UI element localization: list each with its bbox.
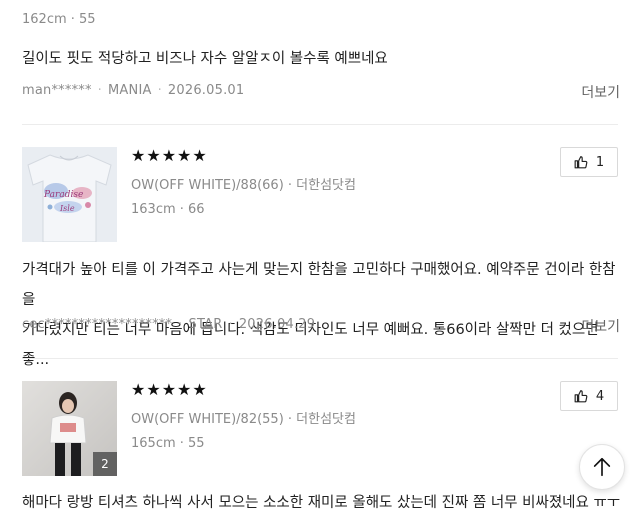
like-button[interactable]: 1 bbox=[560, 147, 618, 177]
photo-count-badge: 2 bbox=[93, 452, 117, 476]
review-body-size: 163cm · 66 bbox=[131, 202, 205, 217]
review-meta: man****** · MANIA · 2026.05.01 bbox=[22, 83, 245, 98]
review-grade: MANIA bbox=[108, 83, 152, 98]
review-option: OW(OFF WHITE)/88(66) · 더한섬닷컴 bbox=[131, 178, 356, 193]
like-count: 1 bbox=[595, 154, 605, 170]
review-user: man****** bbox=[22, 83, 92, 98]
more-button[interactable]: 더보기 bbox=[581, 82, 620, 102]
review-text-line: 해마다 랑방 티셔츠 하나씩 사서 모으는 소소한 재미로 올해도 샀는데 진짜… bbox=[22, 495, 620, 511]
review-option: OW(OFF WHITE)/82(55) · 더한섬닷컴 bbox=[131, 412, 356, 427]
divider bbox=[22, 124, 618, 125]
review-body-size: 162cm · 55 bbox=[22, 12, 96, 27]
like-count: 4 bbox=[595, 388, 605, 404]
review-date: 2026.05.01 bbox=[167, 83, 245, 98]
review-body-size: 165cm · 55 bbox=[131, 436, 205, 451]
more-button[interactable]: 더보기 bbox=[581, 316, 620, 336]
arrow-up-icon bbox=[593, 457, 611, 477]
thumbs-up-icon bbox=[574, 156, 588, 169]
review-text: 해마다 랑방 티셔츠 하나씩 사서 모으는 소소한 재미로 올해도 샀는데 진짜… bbox=[22, 488, 620, 518]
rating-stars: ★★★★★ bbox=[131, 380, 208, 399]
review-text: 길이도 핏도 적당하고 비즈나 자수 알알ㅈ이 볼수록 예쁘네요 bbox=[22, 51, 388, 67]
review-text-line: 가격대가 높아 티를 이 가격주고 사는게 맞는지 한참을 고민하다 구매했어요… bbox=[22, 262, 616, 308]
review-date: 2026.04.29 bbox=[238, 317, 316, 332]
like-button[interactable]: 4 bbox=[560, 381, 618, 411]
rating-stars: ★★★★★ bbox=[131, 146, 208, 165]
thumbs-up-icon bbox=[574, 390, 588, 403]
divider bbox=[22, 358, 618, 359]
review-grade: STAR bbox=[188, 317, 223, 332]
review-text: 가격대가 높아 티를 이 가격주고 사는게 맞는지 한참을 고민하다 구매했어요… bbox=[22, 255, 620, 375]
svg-text:Paradise: Paradise bbox=[43, 190, 83, 200]
review-photo[interactable]: 2 bbox=[22, 381, 117, 476]
svg-text:Isle: Isle bbox=[59, 204, 75, 213]
review-user: cec******************* bbox=[22, 317, 173, 332]
tshirt-photo: Paradise Isle bbox=[22, 147, 117, 242]
review-meta: cec******************* · STAR · 2026.04.29 bbox=[22, 317, 316, 332]
scroll-top-button[interactable] bbox=[579, 444, 625, 490]
review-photo[interactable]: Paradise Isle bbox=[22, 147, 117, 242]
